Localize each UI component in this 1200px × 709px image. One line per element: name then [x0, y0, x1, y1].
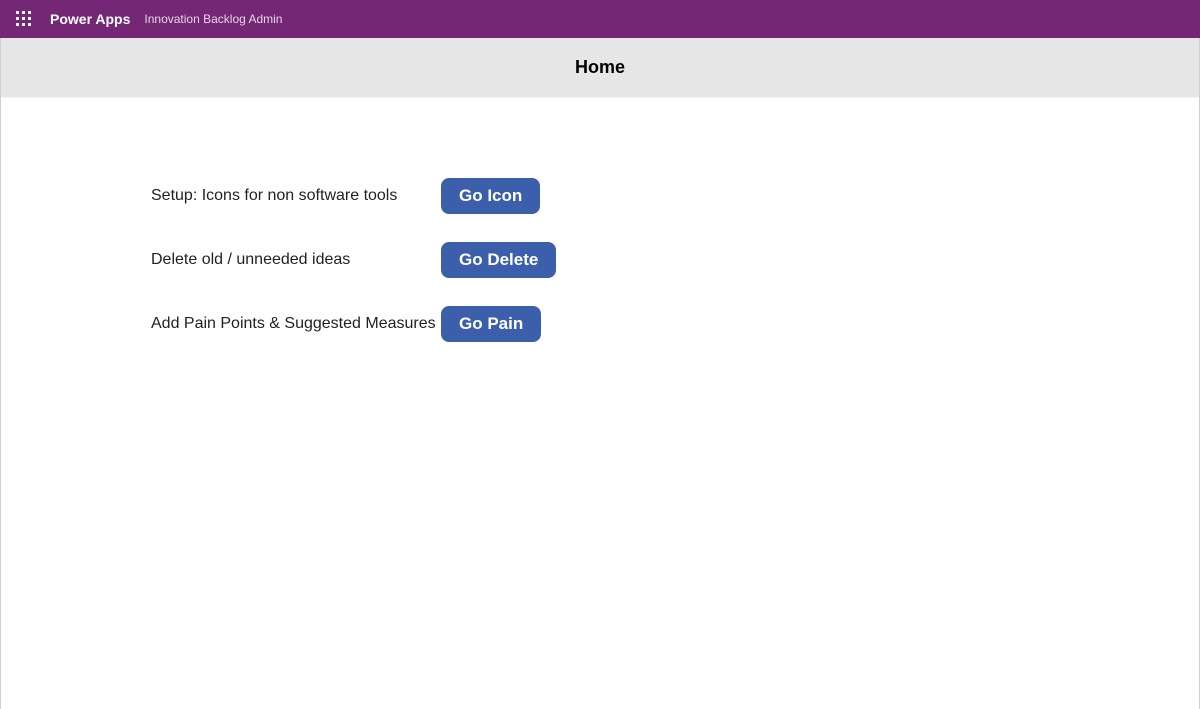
app-name-label: Innovation Backlog Admin	[144, 12, 282, 26]
waffle-icon[interactable]	[16, 11, 32, 27]
content-area: Setup: Icons for non software tools Go I…	[1, 98, 1199, 342]
row-pain-points: Add Pain Points & Suggested Measures Go …	[151, 306, 1199, 342]
row-setup-icons: Setup: Icons for non software tools Go I…	[151, 178, 1199, 214]
go-delete-button[interactable]: Go Delete	[441, 242, 556, 278]
top-bar: Power Apps Innovation Backlog Admin	[0, 0, 1200, 38]
go-pain-button[interactable]: Go Pain	[441, 306, 541, 342]
row-label-delete-ideas: Delete old / unneeded ideas	[151, 251, 441, 269]
page-header: Home	[1, 38, 1199, 98]
go-icon-button[interactable]: Go Icon	[441, 178, 540, 214]
row-label-pain-points: Add Pain Points & Suggested Measures	[151, 315, 441, 333]
row-label-setup-icons: Setup: Icons for non software tools	[151, 187, 441, 205]
row-delete-ideas: Delete old / unneeded ideas Go Delete	[151, 242, 1199, 278]
canvas-area: Home Setup: Icons for non software tools…	[0, 38, 1200, 709]
brand-label[interactable]: Power Apps	[50, 11, 130, 27]
page-title: Home	[575, 57, 625, 78]
